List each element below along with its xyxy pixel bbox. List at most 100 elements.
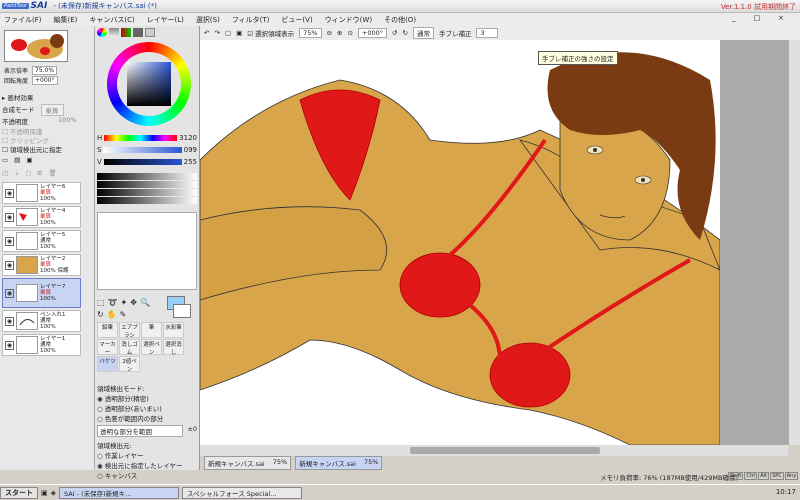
blend-mode-button[interactable]: 通常 bbox=[412, 27, 434, 39]
scratchpad-tab-icon[interactable] bbox=[145, 28, 155, 37]
zoom-out-icon[interactable]: ⊖ bbox=[327, 29, 332, 37]
magic-wand-icon[interactable]: ✦ bbox=[121, 298, 128, 307]
folder-icon[interactable]: ▣ bbox=[26, 156, 32, 164]
eye-icon[interactable]: ◉ bbox=[5, 188, 14, 198]
zoom-reset-icon[interactable]: ⊙ bbox=[347, 29, 352, 37]
quicklaunch-icon[interactable]: ▣ bbox=[41, 489, 48, 497]
eye-icon[interactable]: ◉ bbox=[5, 316, 14, 326]
rotate-left-icon[interactable]: ↺ bbox=[392, 29, 397, 37]
zoom-value[interactable]: 75.0% bbox=[32, 66, 58, 75]
task-sai[interactable]: SAI - (未保存)新規キ... bbox=[59, 486, 180, 499]
lasso-icon[interactable]: ➰ bbox=[108, 298, 118, 307]
canvas-tab-active[interactable]: 新規キャンバス.sai 75% bbox=[295, 456, 383, 470]
menu-window[interactable]: ウィンドウ(W) bbox=[325, 15, 372, 25]
tool-bucket[interactable]: バケツ bbox=[97, 356, 118, 372]
blend-mode-select[interactable]: 乗算 bbox=[40, 104, 64, 116]
menu-file[interactable]: ファイル(F) bbox=[4, 15, 42, 25]
tool-pencil[interactable]: 鉛筆 bbox=[97, 322, 118, 338]
rotate-icon[interactable]: ↻ bbox=[97, 310, 104, 319]
angle-select[interactable]: +000° bbox=[357, 28, 388, 38]
layer-item[interactable]: ◉ レイヤー4 乗算 100% bbox=[2, 206, 81, 228]
start-button[interactable]: スタート bbox=[0, 486, 38, 499]
color-wheel-tab-icon[interactable] bbox=[97, 28, 107, 37]
eye-icon[interactable]: ◉ bbox=[5, 236, 14, 246]
tool-binary-pen[interactable]: 2値ペン bbox=[119, 356, 140, 373]
deselect-icon[interactable]: ▢ bbox=[225, 29, 231, 37]
close-button[interactable]: × bbox=[778, 14, 784, 22]
menu-select[interactable]: 選択(S) bbox=[196, 15, 220, 25]
tool-watercolor[interactable]: 水彩筆 bbox=[163, 322, 184, 338]
maximize-button[interactable]: □ bbox=[754, 14, 761, 22]
tool-select-pen[interactable]: 選択ペン bbox=[141, 339, 162, 356]
tool-marker[interactable]: マーカー bbox=[97, 339, 118, 356]
detect-source-option[interactable]: ○ キャンバス bbox=[97, 470, 197, 480]
gray-bar[interactable] bbox=[97, 181, 197, 188]
horizontal-scrollbar[interactable] bbox=[200, 445, 788, 456]
opacity-value[interactable]: 100% bbox=[58, 116, 77, 126]
minimize-button[interactable]: _ bbox=[732, 14, 736, 22]
zoom-select[interactable]: 75% bbox=[299, 28, 322, 38]
hsv-slider-tab-icon[interactable] bbox=[121, 28, 131, 37]
detect-source-option[interactable]: ○ 作業レイヤー bbox=[97, 450, 197, 460]
rgb-slider-tab-icon[interactable] bbox=[109, 28, 119, 37]
menu-edit[interactable]: 編集(E) bbox=[54, 15, 78, 25]
value-slider[interactable] bbox=[103, 159, 182, 165]
eye-icon[interactable]: ◉ bbox=[5, 288, 14, 298]
tool-eraser[interactable]: 消しゴム bbox=[119, 339, 140, 356]
gray-bar[interactable] bbox=[97, 197, 197, 204]
trash-icon[interactable]: 🗑 bbox=[48, 169, 56, 177]
move-icon[interactable]: ✥ bbox=[130, 298, 137, 307]
gray-bar[interactable] bbox=[97, 189, 197, 196]
invert-select-icon[interactable]: ▣ bbox=[236, 29, 242, 37]
hue-slider[interactable] bbox=[104, 135, 178, 141]
background-color-swatch[interactable] bbox=[173, 304, 191, 318]
show-selection-checkbox[interactable]: ☑ 選択領域表示 bbox=[247, 28, 294, 38]
saturation-slider[interactable] bbox=[103, 147, 182, 153]
stabilizer-select[interactable]: 3 bbox=[476, 28, 499, 38]
task-special-force[interactable]: スペシャルフォース Special... bbox=[182, 486, 303, 499]
clear-layer-icon[interactable]: ◻ bbox=[26, 169, 31, 177]
menu-filter[interactable]: フィルタ(T) bbox=[232, 15, 270, 25]
tool-brush[interactable]: 筆 bbox=[141, 322, 162, 338]
menu-canvas[interactable]: キャンバス(C) bbox=[89, 15, 134, 25]
rect-select-icon[interactable]: ⬚ bbox=[97, 298, 105, 307]
new-folder-icon[interactable]: ▤ bbox=[14, 156, 20, 164]
canvas-tab[interactable]: 新規キャンバス.sai 75% bbox=[204, 456, 292, 470]
color-wheel[interactable] bbox=[107, 42, 191, 126]
swatch-tab-icon[interactable] bbox=[133, 28, 143, 37]
zoom-icon[interactable]: 🔍 bbox=[140, 298, 150, 307]
eye-icon[interactable]: ◉ bbox=[5, 260, 14, 270]
eye-icon[interactable]: ◉ bbox=[5, 212, 14, 222]
scratch-pad[interactable] bbox=[97, 212, 197, 290]
menu-layer[interactable]: レイヤー(L) bbox=[147, 15, 184, 25]
zoom-in-icon[interactable]: ⊕ bbox=[337, 29, 342, 37]
hand-icon[interactable]: ✋ bbox=[107, 310, 117, 319]
gray-bar[interactable] bbox=[97, 173, 197, 180]
paper-effect-header[interactable]: ▸ 画材効果 bbox=[2, 92, 33, 102]
detect-mode-option[interactable]: ○ 色差が範囲内の部分 bbox=[97, 413, 197, 423]
redo-icon[interactable]: ↷ bbox=[214, 29, 219, 37]
layer-item[interactable]: ◉ レイヤー1 通常 100% bbox=[2, 334, 81, 356]
menu-view[interactable]: ビュー(V) bbox=[281, 15, 312, 25]
layer-item[interactable]: ◉ ペン入れ1 通常 100% bbox=[2, 310, 81, 332]
selection-source-checkbox[interactable]: ☐ 領域検出元に指定 bbox=[2, 144, 62, 154]
layer-item-selected[interactable]: ◉ レイヤー7 乗算 100% bbox=[2, 278, 81, 308]
navigator-thumbnail[interactable] bbox=[4, 30, 68, 62]
tool-select-eraser[interactable]: 選択消し bbox=[163, 339, 184, 356]
merge-down-icon[interactable]: ⇣ bbox=[14, 169, 19, 177]
detect-mode-option[interactable]: ◉ 透明部分(精密) bbox=[97, 393, 197, 403]
vertical-scrollbar[interactable] bbox=[788, 40, 800, 445]
angle-value[interactable]: +000° bbox=[32, 76, 58, 85]
menu-other[interactable]: その他(O) bbox=[384, 15, 416, 25]
layer-item[interactable]: ◉ レイヤー5 通常 100% bbox=[2, 230, 81, 252]
layer-item[interactable]: ◉ レイヤー6 乗算 100% bbox=[2, 182, 81, 204]
tolerance-value[interactable]: ±0 bbox=[187, 425, 197, 437]
drawing-canvas[interactable] bbox=[200, 40, 720, 445]
eyedropper-icon[interactable]: ✎ bbox=[120, 310, 127, 319]
merge-icon[interactable]: ⊞ bbox=[37, 169, 42, 177]
undo-icon[interactable]: ↶ bbox=[204, 29, 209, 37]
new-layer-icon[interactable]: ▭ bbox=[2, 156, 8, 164]
detect-mode-option[interactable]: ○ 透明部分(あいまい) bbox=[97, 403, 197, 413]
tool-airbrush[interactable]: エアブラシ bbox=[119, 322, 140, 339]
scrollbar-thumb[interactable] bbox=[410, 447, 600, 454]
